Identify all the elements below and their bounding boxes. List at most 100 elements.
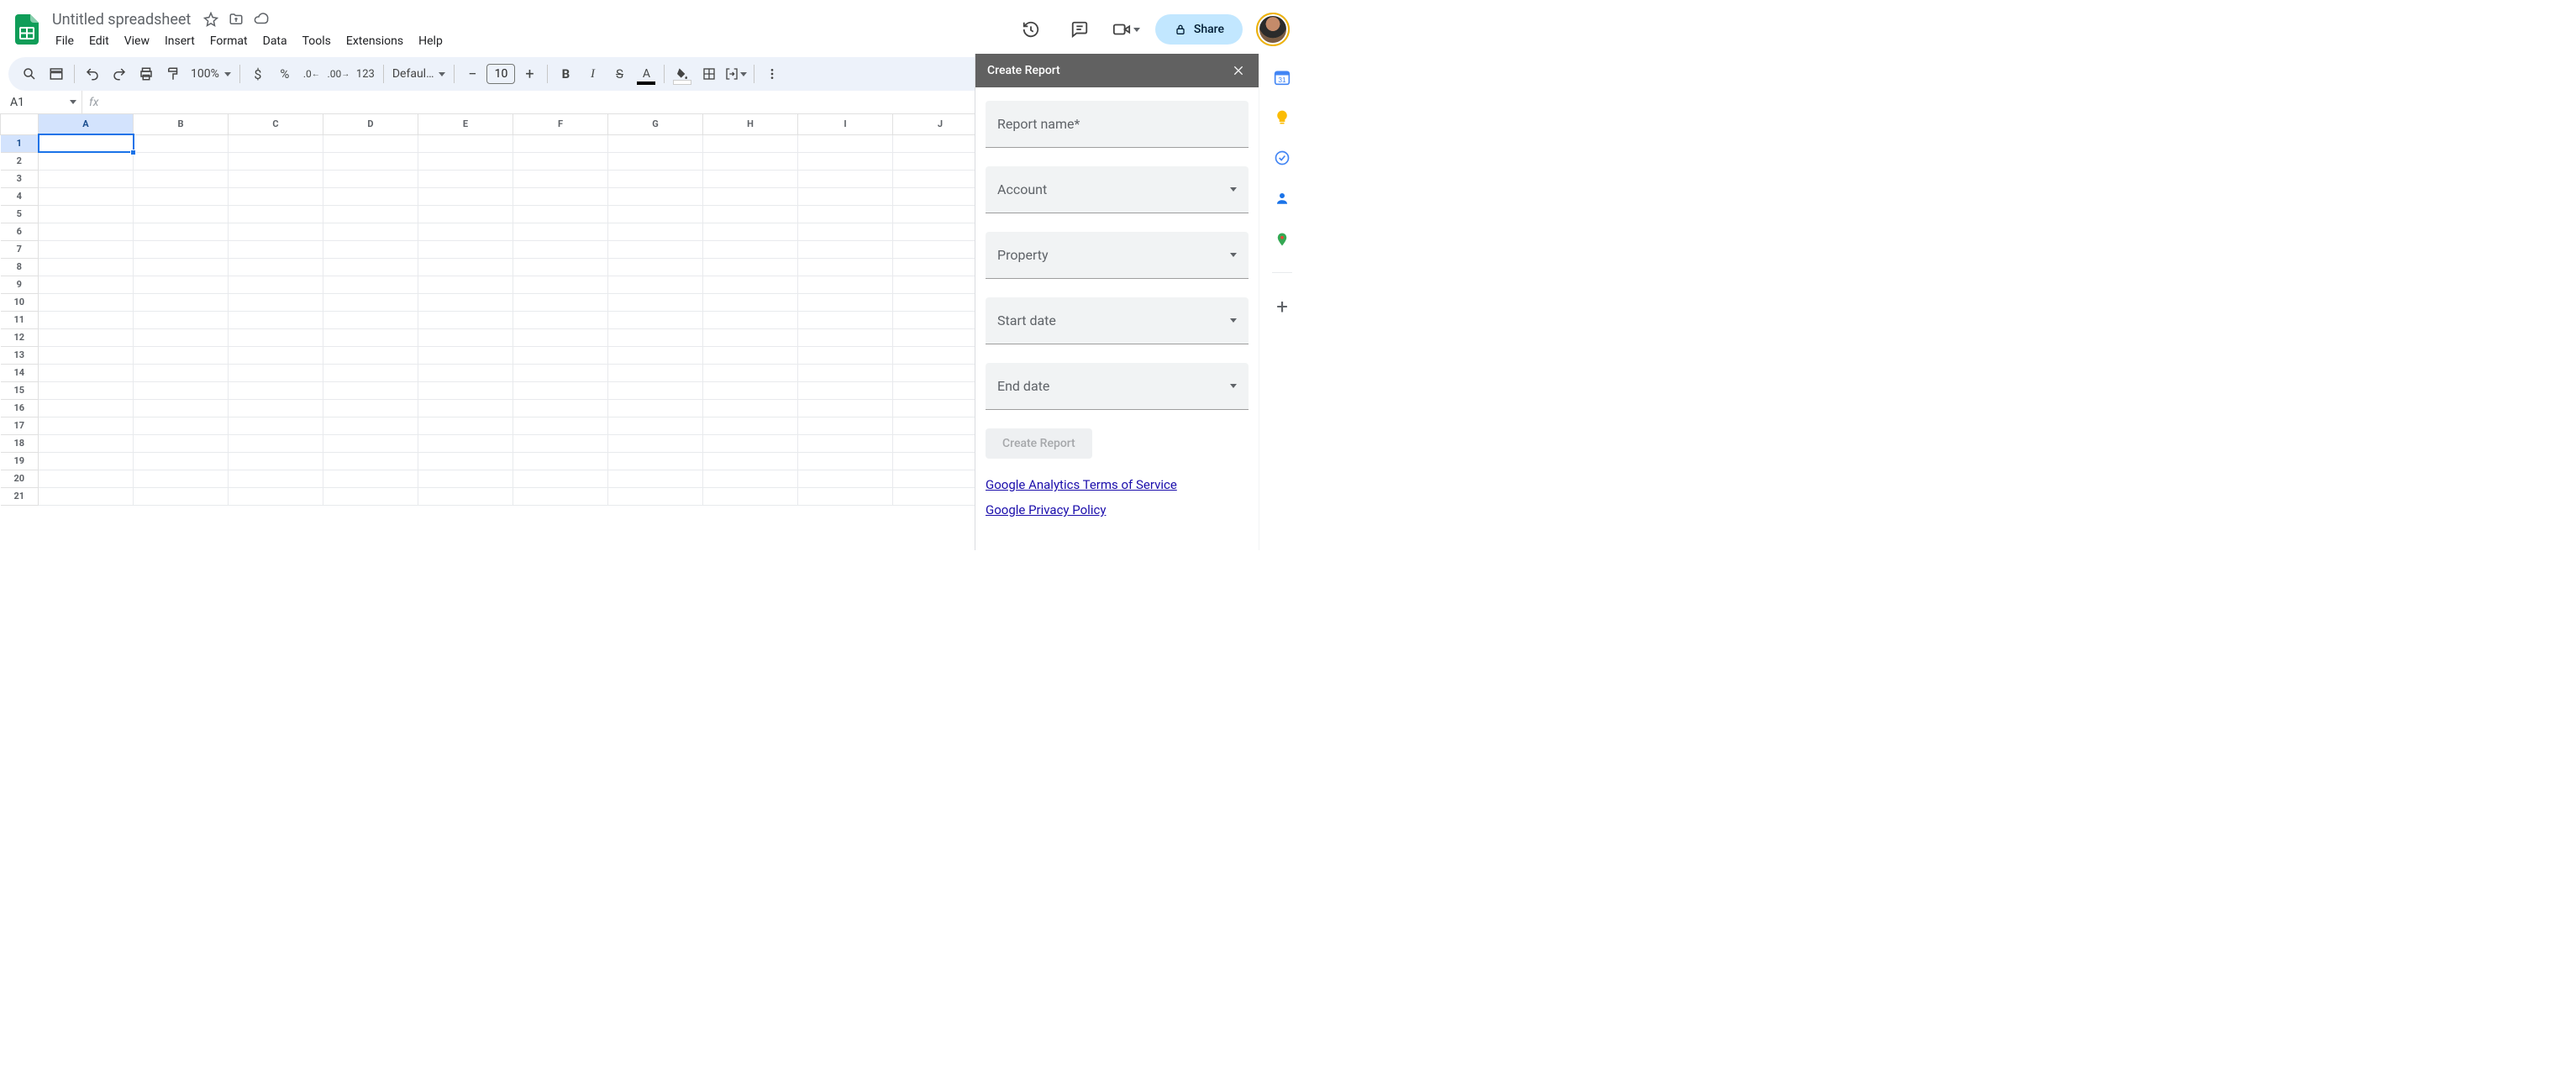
row-header[interactable]: 8 bbox=[1, 258, 39, 276]
cell[interactable] bbox=[608, 381, 703, 399]
cell[interactable] bbox=[893, 417, 988, 434]
cell[interactable] bbox=[798, 223, 893, 240]
cell[interactable] bbox=[893, 152, 988, 170]
cell[interactable] bbox=[134, 240, 229, 258]
cell[interactable] bbox=[134, 328, 229, 346]
cell[interactable] bbox=[703, 223, 798, 240]
cell[interactable] bbox=[39, 258, 134, 276]
cell[interactable] bbox=[798, 311, 893, 328]
selection-handle[interactable] bbox=[130, 150, 136, 155]
cell[interactable] bbox=[608, 487, 703, 505]
menu-view[interactable]: View bbox=[118, 31, 156, 51]
row-header[interactable]: 4 bbox=[1, 187, 39, 205]
cell[interactable] bbox=[134, 399, 229, 417]
cell[interactable] bbox=[229, 258, 323, 276]
cell[interactable] bbox=[513, 187, 608, 205]
history-icon[interactable] bbox=[1014, 13, 1048, 46]
cell[interactable] bbox=[513, 223, 608, 240]
cell[interactable] bbox=[134, 470, 229, 487]
column-header[interactable]: D bbox=[323, 114, 418, 134]
cell[interactable] bbox=[323, 152, 418, 170]
cell[interactable] bbox=[513, 311, 608, 328]
font-size-input[interactable]: 10 bbox=[486, 64, 515, 84]
cell[interactable] bbox=[798, 134, 893, 152]
cell[interactable] bbox=[608, 205, 703, 223]
cell[interactable] bbox=[39, 399, 134, 417]
cell[interactable] bbox=[608, 152, 703, 170]
cell[interactable] bbox=[39, 470, 134, 487]
cell[interactable] bbox=[229, 152, 323, 170]
cell[interactable] bbox=[134, 417, 229, 434]
cell[interactable] bbox=[134, 187, 229, 205]
bold-icon[interactable]: B bbox=[553, 61, 578, 87]
cell[interactable] bbox=[39, 311, 134, 328]
cell[interactable] bbox=[893, 170, 988, 187]
cell[interactable] bbox=[39, 223, 134, 240]
cell[interactable] bbox=[418, 240, 513, 258]
cell[interactable] bbox=[513, 452, 608, 470]
merge-cells-icon[interactable] bbox=[723, 61, 749, 87]
row-header[interactable]: 7 bbox=[1, 240, 39, 258]
cell[interactable] bbox=[39, 417, 134, 434]
cell[interactable] bbox=[418, 487, 513, 505]
cell[interactable] bbox=[134, 487, 229, 505]
cell[interactable] bbox=[608, 258, 703, 276]
cell[interactable] bbox=[323, 258, 418, 276]
cell[interactable] bbox=[893, 346, 988, 364]
cell[interactable] bbox=[513, 434, 608, 452]
cell[interactable] bbox=[39, 293, 134, 311]
row-header[interactable]: 3 bbox=[1, 170, 39, 187]
cell[interactable] bbox=[323, 364, 418, 381]
cell[interactable] bbox=[418, 170, 513, 187]
zoom-select[interactable]: 100% bbox=[187, 67, 234, 81]
cell[interactable] bbox=[418, 434, 513, 452]
row-header[interactable]: 18 bbox=[1, 434, 39, 452]
cell[interactable] bbox=[134, 276, 229, 293]
cell[interactable] bbox=[798, 452, 893, 470]
column-header[interactable]: G bbox=[608, 114, 703, 134]
cell[interactable] bbox=[608, 452, 703, 470]
row-header[interactable]: 2 bbox=[1, 152, 39, 170]
cell[interactable] bbox=[893, 223, 988, 240]
account-select[interactable]: Account bbox=[986, 166, 1249, 213]
cell[interactable] bbox=[134, 311, 229, 328]
column-header[interactable]: J bbox=[893, 114, 988, 134]
decrease-decimal-icon[interactable]: .0← bbox=[299, 61, 324, 87]
cell[interactable] bbox=[229, 487, 323, 505]
share-button[interactable]: Share bbox=[1155, 14, 1243, 45]
cell[interactable] bbox=[703, 276, 798, 293]
cell[interactable] bbox=[229, 276, 323, 293]
cell[interactable] bbox=[893, 187, 988, 205]
increase-font-icon[interactable]: + bbox=[517, 61, 542, 87]
increase-decimal-icon[interactable]: .00→ bbox=[326, 61, 351, 87]
cell[interactable] bbox=[703, 170, 798, 187]
cell[interactable] bbox=[513, 276, 608, 293]
row-header[interactable]: 6 bbox=[1, 223, 39, 240]
cell[interactable] bbox=[513, 258, 608, 276]
cell[interactable] bbox=[229, 399, 323, 417]
cell[interactable] bbox=[323, 452, 418, 470]
cell[interactable] bbox=[513, 152, 608, 170]
cell[interactable] bbox=[608, 311, 703, 328]
cell[interactable] bbox=[229, 293, 323, 311]
column-header[interactable]: I bbox=[798, 114, 893, 134]
cell[interactable] bbox=[893, 293, 988, 311]
cell[interactable] bbox=[418, 152, 513, 170]
cell[interactable] bbox=[893, 276, 988, 293]
row-header[interactable]: 10 bbox=[1, 293, 39, 311]
cell[interactable] bbox=[418, 346, 513, 364]
cell[interactable] bbox=[608, 170, 703, 187]
cell[interactable] bbox=[798, 470, 893, 487]
cell[interactable] bbox=[798, 170, 893, 187]
cell[interactable] bbox=[134, 170, 229, 187]
cell[interactable] bbox=[608, 187, 703, 205]
cell[interactable] bbox=[39, 187, 134, 205]
cell[interactable] bbox=[513, 346, 608, 364]
cell[interactable] bbox=[323, 381, 418, 399]
cell[interactable] bbox=[418, 452, 513, 470]
cell[interactable] bbox=[703, 258, 798, 276]
cell[interactable] bbox=[323, 346, 418, 364]
text-color-icon[interactable]: A bbox=[633, 61, 659, 87]
cell[interactable] bbox=[608, 434, 703, 452]
cell[interactable] bbox=[703, 328, 798, 346]
